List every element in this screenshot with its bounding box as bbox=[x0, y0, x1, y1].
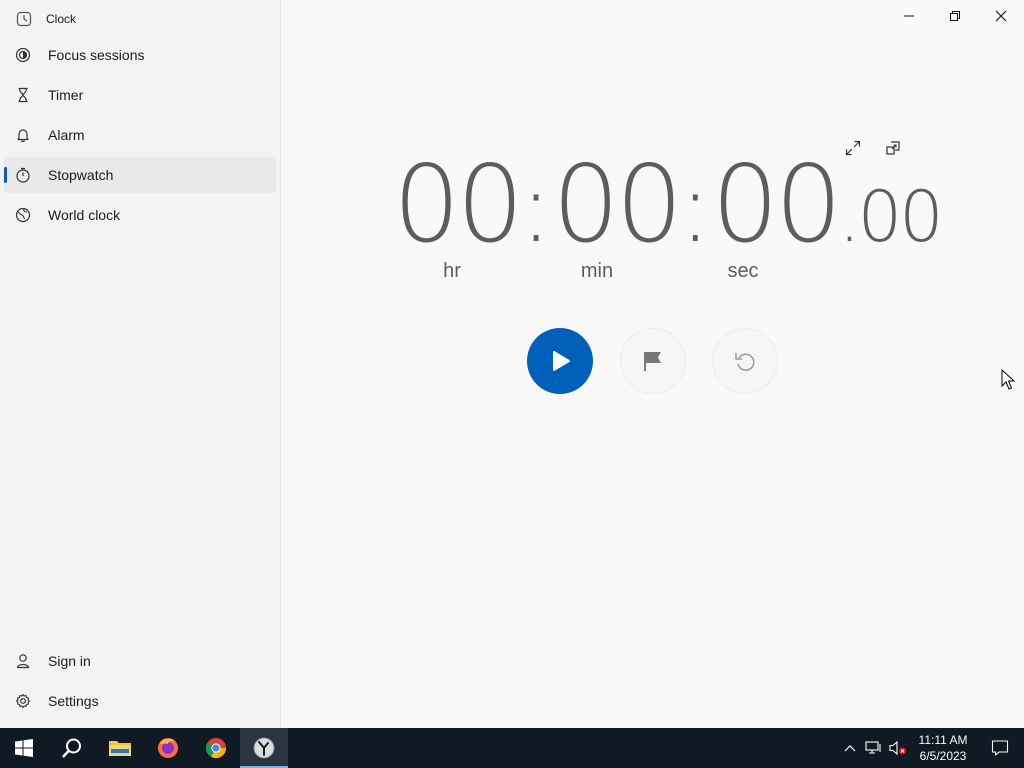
volume-muted-icon bbox=[889, 740, 906, 756]
hours-value: 00 bbox=[393, 143, 524, 266]
globe-icon bbox=[14, 206, 32, 224]
gear-icon bbox=[14, 692, 32, 710]
person-icon bbox=[14, 652, 32, 670]
volume-button[interactable] bbox=[886, 728, 910, 768]
lap-button[interactable] bbox=[620, 328, 686, 394]
taskbar-clock-app[interactable] bbox=[240, 728, 288, 768]
sidebar-item-sign-in[interactable]: Sign in bbox=[4, 643, 276, 679]
sidebar-item-label: Sign in bbox=[48, 653, 91, 669]
minimize-icon bbox=[904, 15, 914, 17]
close-button[interactable] bbox=[978, 0, 1024, 32]
focus-icon bbox=[14, 46, 32, 64]
hourglass-icon bbox=[14, 86, 32, 104]
taskbar: 11:11 AM 6/5/2023 bbox=[0, 728, 1024, 768]
sidebar-item-label: Focus sessions bbox=[48, 47, 145, 63]
clock-app-icon bbox=[16, 11, 32, 27]
restore-button[interactable] bbox=[932, 0, 978, 32]
notification-icon bbox=[991, 740, 1009, 756]
taskbar-time: 11:11 AM bbox=[918, 733, 968, 747]
start-button[interactable] bbox=[527, 328, 593, 394]
sidebar-item-stopwatch[interactable]: Stopwatch bbox=[4, 157, 276, 193]
sidebar-item-settings[interactable]: Settings bbox=[4, 683, 276, 719]
stopwatch-icon bbox=[14, 166, 32, 184]
mouse-cursor-icon bbox=[1001, 369, 1015, 390]
firefox-icon bbox=[158, 738, 178, 758]
sidebar-item-label: Stopwatch bbox=[48, 167, 114, 183]
separator: : bbox=[679, 152, 712, 264]
app-title: Clock bbox=[46, 12, 77, 26]
search-icon bbox=[62, 738, 81, 758]
stopwatch-time: 00:00:00.00 bbox=[393, 143, 944, 266]
chevron-up-icon bbox=[844, 745, 856, 752]
chrome-icon bbox=[205, 738, 227, 759]
sidebar-item-focus-sessions[interactable]: Focus sessions bbox=[4, 37, 276, 73]
hours-label: hr bbox=[443, 260, 461, 282]
bell-icon bbox=[14, 126, 32, 144]
sidebar-item-label: Timer bbox=[48, 87, 84, 103]
nav-menu: Focus sessions Timer Alarm Stopwatch Wor… bbox=[4, 37, 276, 237]
sidebar-item-label: Settings bbox=[48, 693, 99, 709]
sidebar-item-label: World clock bbox=[48, 207, 121, 223]
close-icon bbox=[995, 10, 1007, 22]
restore-icon bbox=[950, 11, 960, 21]
seconds-label: sec bbox=[727, 260, 759, 282]
reset-button[interactable] bbox=[712, 328, 778, 394]
play-icon bbox=[553, 351, 570, 371]
minutes-value: 00 bbox=[552, 143, 683, 266]
windows-icon bbox=[15, 739, 33, 757]
minutes-label: min bbox=[580, 260, 614, 282]
folder-icon bbox=[109, 741, 131, 756]
show-hidden-icons-button[interactable] bbox=[838, 728, 862, 768]
start-menu-button[interactable] bbox=[0, 728, 48, 768]
taskbar-date: 6/5/2023 bbox=[919, 749, 967, 763]
taskbar-firefox[interactable] bbox=[144, 728, 192, 768]
taskbar-clock[interactable]: 11:11 AM 6/5/2023 bbox=[910, 732, 976, 764]
centiseconds-value: 00 bbox=[857, 176, 944, 258]
action-center-button[interactable] bbox=[976, 728, 1024, 768]
sidebar-item-alarm[interactable]: Alarm bbox=[4, 117, 276, 153]
separator: : bbox=[519, 152, 553, 264]
nav-bottom: Sign in Settings bbox=[4, 643, 276, 723]
minimize-button[interactable] bbox=[886, 0, 932, 32]
sidebar-item-label: Alarm bbox=[48, 127, 85, 143]
network-icon bbox=[865, 741, 881, 754]
network-button[interactable] bbox=[862, 728, 886, 768]
reset-icon bbox=[735, 353, 755, 371]
sidebar: Clock Focus sessions Timer Alarm Stopwat… bbox=[0, 0, 281, 728]
taskbar-file-explorer[interactable] bbox=[96, 728, 144, 768]
taskbar-chrome[interactable] bbox=[192, 728, 240, 768]
system-tray: 11:11 AM 6/5/2023 bbox=[838, 728, 1024, 768]
sidebar-item-timer[interactable]: Timer bbox=[4, 77, 276, 113]
search-button[interactable] bbox=[48, 728, 96, 768]
title-bar: Clock bbox=[0, 0, 281, 38]
clock-app-icon bbox=[253, 737, 275, 759]
sidebar-item-world-clock[interactable]: World clock bbox=[4, 197, 276, 233]
decimal-point: . bbox=[838, 176, 860, 258]
flag-icon bbox=[644, 352, 661, 371]
seconds-value: 00 bbox=[711, 143, 842, 266]
